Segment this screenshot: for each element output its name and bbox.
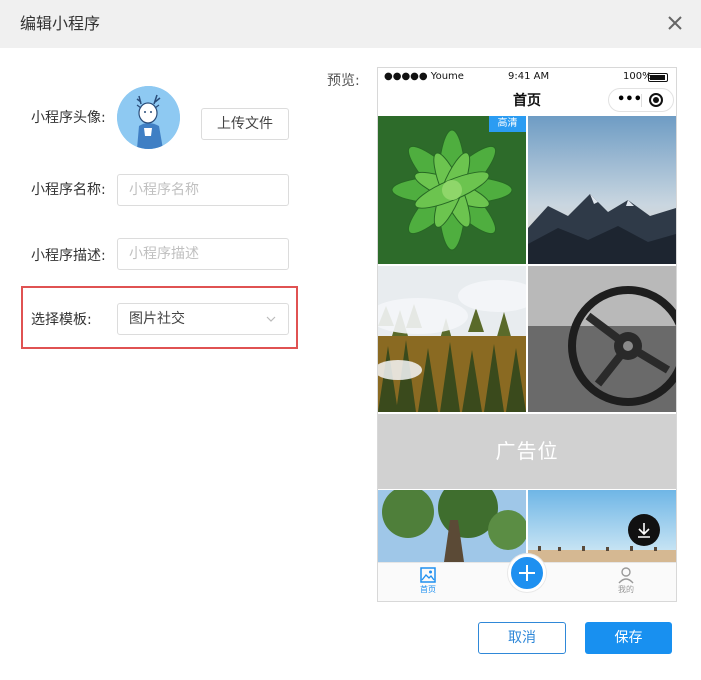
photo-succulent[interactable] (378, 116, 526, 264)
image-icon (420, 567, 436, 583)
photo-steering-wheel[interactable] (528, 266, 676, 412)
more-icon[interactable]: ••• (617, 91, 642, 109)
add-button[interactable] (508, 554, 546, 592)
tab-mine-label: 我的 (618, 585, 634, 594)
status-bar: ●●●●● Youme 9:41 AM 100% (378, 68, 676, 86)
capsule-menu[interactable]: ••• (608, 88, 674, 112)
dialog-header: 编辑小程序 (0, 0, 701, 48)
dialog-title: 编辑小程序 (20, 14, 101, 33)
preview-label: 预览: (327, 73, 360, 89)
tab-home-label: 首页 (420, 585, 436, 594)
tab-home[interactable]: 首页 (398, 566, 458, 595)
status-time: 9:41 AM (508, 71, 550, 82)
avatar (117, 86, 180, 149)
template-label: 选择模板: (31, 312, 92, 328)
cancel-button[interactable]: 取消 (478, 622, 566, 654)
upload-file-button[interactable]: 上传文件 (201, 108, 289, 140)
ad-slot[interactable]: 广告位 (378, 414, 676, 489)
description-label: 小程序描述: (31, 248, 106, 264)
user-icon (618, 567, 634, 584)
download-icon (638, 523, 650, 538)
carrier-text: ●●●●● Youme (384, 71, 464, 82)
phone-navbar: 首页 ••• (378, 86, 676, 116)
close-icon[interactable] (663, 11, 687, 35)
close-mini-program-icon[interactable] (649, 93, 663, 107)
avatar-label: 小程序头像: (31, 110, 106, 126)
chevron-down-icon (266, 316, 276, 322)
photo-tree[interactable] (378, 490, 526, 562)
photo-mountains[interactable] (528, 116, 676, 264)
name-label: 小程序名称: (31, 182, 106, 198)
save-button[interactable]: 保存 (585, 622, 672, 654)
phone-preview: ●●●●● Youme 9:41 AM 100% 首页 ••• 高清 广告位 首… (377, 67, 677, 602)
tab-mine[interactable]: 我的 (596, 566, 656, 595)
download-button[interactable] (628, 514, 660, 546)
hd-badge: 高清 (489, 116, 526, 132)
photo-forest[interactable] (378, 266, 526, 412)
name-input[interactable]: 小程序名称 (117, 174, 289, 206)
capsule-divider (641, 94, 642, 107)
template-select-value: 图片社交 (129, 311, 185, 327)
edit-miniprogram-dialog: 编辑小程序 小程序头像: 上传文件 小程序名称: 小程序名称 小程序描述: 小程… (0, 0, 701, 680)
description-input[interactable]: 小程序描述 (117, 238, 289, 270)
battery-icon (648, 73, 668, 82)
deer-mascot-icon (117, 86, 180, 149)
template-select[interactable]: 图片社交 (117, 303, 289, 335)
